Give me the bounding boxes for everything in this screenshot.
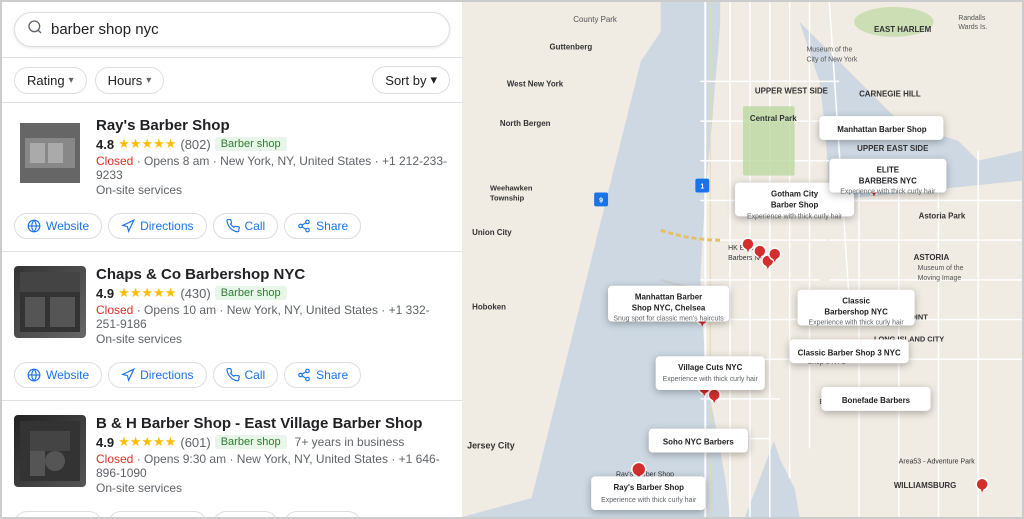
svg-text:Hoboken: Hoboken [472, 303, 506, 312]
svg-text:CARNEGIE HILL: CARNEGIE HILL [859, 89, 921, 98]
svg-text:Experience with thick curly ha: Experience with thick curly hair [840, 189, 936, 196]
svg-text:Shop NYC, Chelsea: Shop NYC, Chelsea [632, 304, 706, 313]
svg-text:Astoria Park: Astoria Park [919, 211, 966, 220]
svg-text:EAST HARLEM: EAST HARLEM [874, 25, 932, 34]
result-name: B & H Barber Shop - East Village Barber … [96, 415, 450, 432]
svg-text:City of New York: City of New York [806, 57, 857, 64]
list-item: Ray's Barber Shop 4.8 ★★★★★ (802) Barber… [2, 103, 462, 252]
action-buttons: Website Directions Call Share [14, 352, 450, 400]
share-button[interactable]: Share [284, 213, 361, 239]
result-services: On-site services [96, 183, 450, 197]
svg-text:Ray's Barber Shop: Ray's Barber Shop [613, 483, 684, 492]
result-name: Chaps & Co Barbershop NYC [96, 266, 450, 283]
result-status: Closed · Opens 10 am · New York, NY, Uni… [96, 303, 450, 331]
directions-button[interactable]: Directions [108, 213, 206, 239]
svg-text:Classic: Classic [842, 297, 870, 306]
search-input[interactable] [51, 21, 437, 38]
svg-text:Experience with thick curly ha: Experience with thick curly hair [663, 376, 759, 383]
action-buttons: Website Directions Call Share [14, 203, 450, 251]
svg-text:Central Park: Central Park [750, 114, 797, 123]
list-item: Chaps & Co Barbershop NYC 4.9 ★★★★★ (430… [2, 252, 462, 401]
svg-text:Manhattan Barber Shop: Manhattan Barber Shop [837, 125, 927, 134]
results-list: Ray's Barber Shop 4.8 ★★★★★ (802) Barber… [2, 103, 462, 517]
svg-text:Gotham City: Gotham City [771, 189, 819, 198]
svg-text:Jersey City: Jersey City [467, 441, 515, 451]
directions-button[interactable]: Directions [108, 511, 206, 517]
svg-text:West New York: West New York [507, 79, 564, 88]
svg-text:WILLIAMSBURG: WILLIAMSBURG [894, 481, 957, 490]
svg-text:9: 9 [599, 197, 603, 204]
chevron-down-icon: ▾ [146, 75, 151, 86]
search-bar [2, 2, 462, 58]
svg-text:Union City: Union City [472, 228, 512, 237]
result-services: On-site services [96, 481, 450, 495]
result-rating: 4.9 ★★★★★ (430) Barber shop [96, 285, 450, 301]
result-name: Ray's Barber Shop [96, 117, 450, 134]
search-icon [27, 19, 43, 40]
result-services: On-site services [96, 332, 450, 346]
svg-text:UPPER EAST SIDE: UPPER EAST SIDE [857, 144, 928, 153]
action-buttons: Website Directions Call Share [14, 501, 450, 517]
svg-text:Snug spot for classic men's ha: Snug spot for classic men's haircuts [613, 316, 724, 323]
sort-button[interactable]: Sort by ▾ [372, 66, 450, 94]
svg-text:Museum of the: Museum of the [806, 47, 852, 54]
share-button[interactable]: Share [284, 511, 361, 517]
result-rating: 4.9 ★★★★★ (601) Barber shop 7+ years in … [96, 434, 450, 450]
rating-filter-button[interactable]: Rating ▾ [14, 67, 87, 94]
result-status: Closed · Opens 9:30 am · New York, NY, U… [96, 452, 450, 480]
result-rating: 4.8 ★★★★★ (802) Barber shop [96, 136, 450, 152]
svg-text:Guttenberg: Guttenberg [549, 43, 592, 52]
svg-text:ASTORIA: ASTORIA [914, 253, 950, 262]
hours-filter-button[interactable]: Hours ▾ [95, 67, 165, 94]
svg-text:ELITE: ELITE [877, 166, 899, 175]
result-image [14, 415, 86, 487]
svg-text:Soho NYC Barbers: Soho NYC Barbers [663, 438, 734, 447]
result-image [14, 266, 86, 338]
list-item: B & H Barber Shop - East Village Barber … [2, 401, 462, 517]
svg-text:Randalls: Randalls [958, 15, 986, 22]
call-button[interactable]: Call [213, 362, 279, 388]
call-button[interactable]: Call [213, 213, 279, 239]
svg-text:Area53 - Adventure Park: Area53 - Adventure Park [899, 458, 976, 465]
svg-text:Barbershop NYC: Barbershop NYC [824, 308, 888, 317]
svg-text:Bonefade Barbers: Bonefade Barbers [842, 396, 911, 405]
svg-text:UPPER WEST SIDE: UPPER WEST SIDE [755, 86, 828, 95]
website-button[interactable]: Website [14, 213, 102, 239]
svg-text:Village Cuts NYC: Village Cuts NYC [678, 363, 742, 372]
svg-text:Classic Barber Shop 3 NYC: Classic Barber Shop 3 NYC [798, 348, 901, 357]
svg-text:Experience with thick curly ha: Experience with thick curly hair [601, 497, 697, 504]
chevron-down-icon: ▾ [430, 72, 437, 88]
result-status: Closed · Opens 8 am · New York, NY, Unit… [96, 154, 450, 182]
svg-text:Wards Is.: Wards Is. [958, 24, 987, 31]
svg-text:BARBERS NYC: BARBERS NYC [859, 177, 917, 186]
svg-text:Experience with thick curly ha: Experience with thick curly hair [808, 319, 904, 326]
svg-text:Museum of the: Museum of the [918, 265, 964, 272]
chevron-down-icon: ▾ [69, 75, 74, 86]
directions-button[interactable]: Directions [108, 362, 206, 388]
svg-text:County Park: County Park [573, 15, 617, 24]
svg-text:North Bergen: North Bergen [500, 119, 551, 128]
svg-text:Moving Image: Moving Image [918, 275, 962, 282]
website-button[interactable]: Website [14, 362, 102, 388]
svg-text:Weehawken: Weehawken [490, 184, 533, 193]
result-image [14, 117, 86, 189]
call-button[interactable]: Call [213, 511, 279, 517]
share-button[interactable]: Share [284, 362, 361, 388]
svg-text:Township: Township [490, 193, 525, 202]
website-button[interactable]: Website [14, 511, 102, 517]
map-panel[interactable]: County Park Guttenberg EAST HARLEM Museu… [462, 2, 1022, 517]
svg-text:1: 1 [700, 184, 704, 191]
svg-text:Experience with thick curly ha: Experience with thick curly hair [747, 213, 843, 220]
svg-text:Barber Shop: Barber Shop [771, 200, 819, 209]
svg-text:Manhattan Barber: Manhattan Barber [635, 293, 702, 302]
filter-bar: Rating ▾ Hours ▾ Sort by ▾ [2, 58, 462, 103]
